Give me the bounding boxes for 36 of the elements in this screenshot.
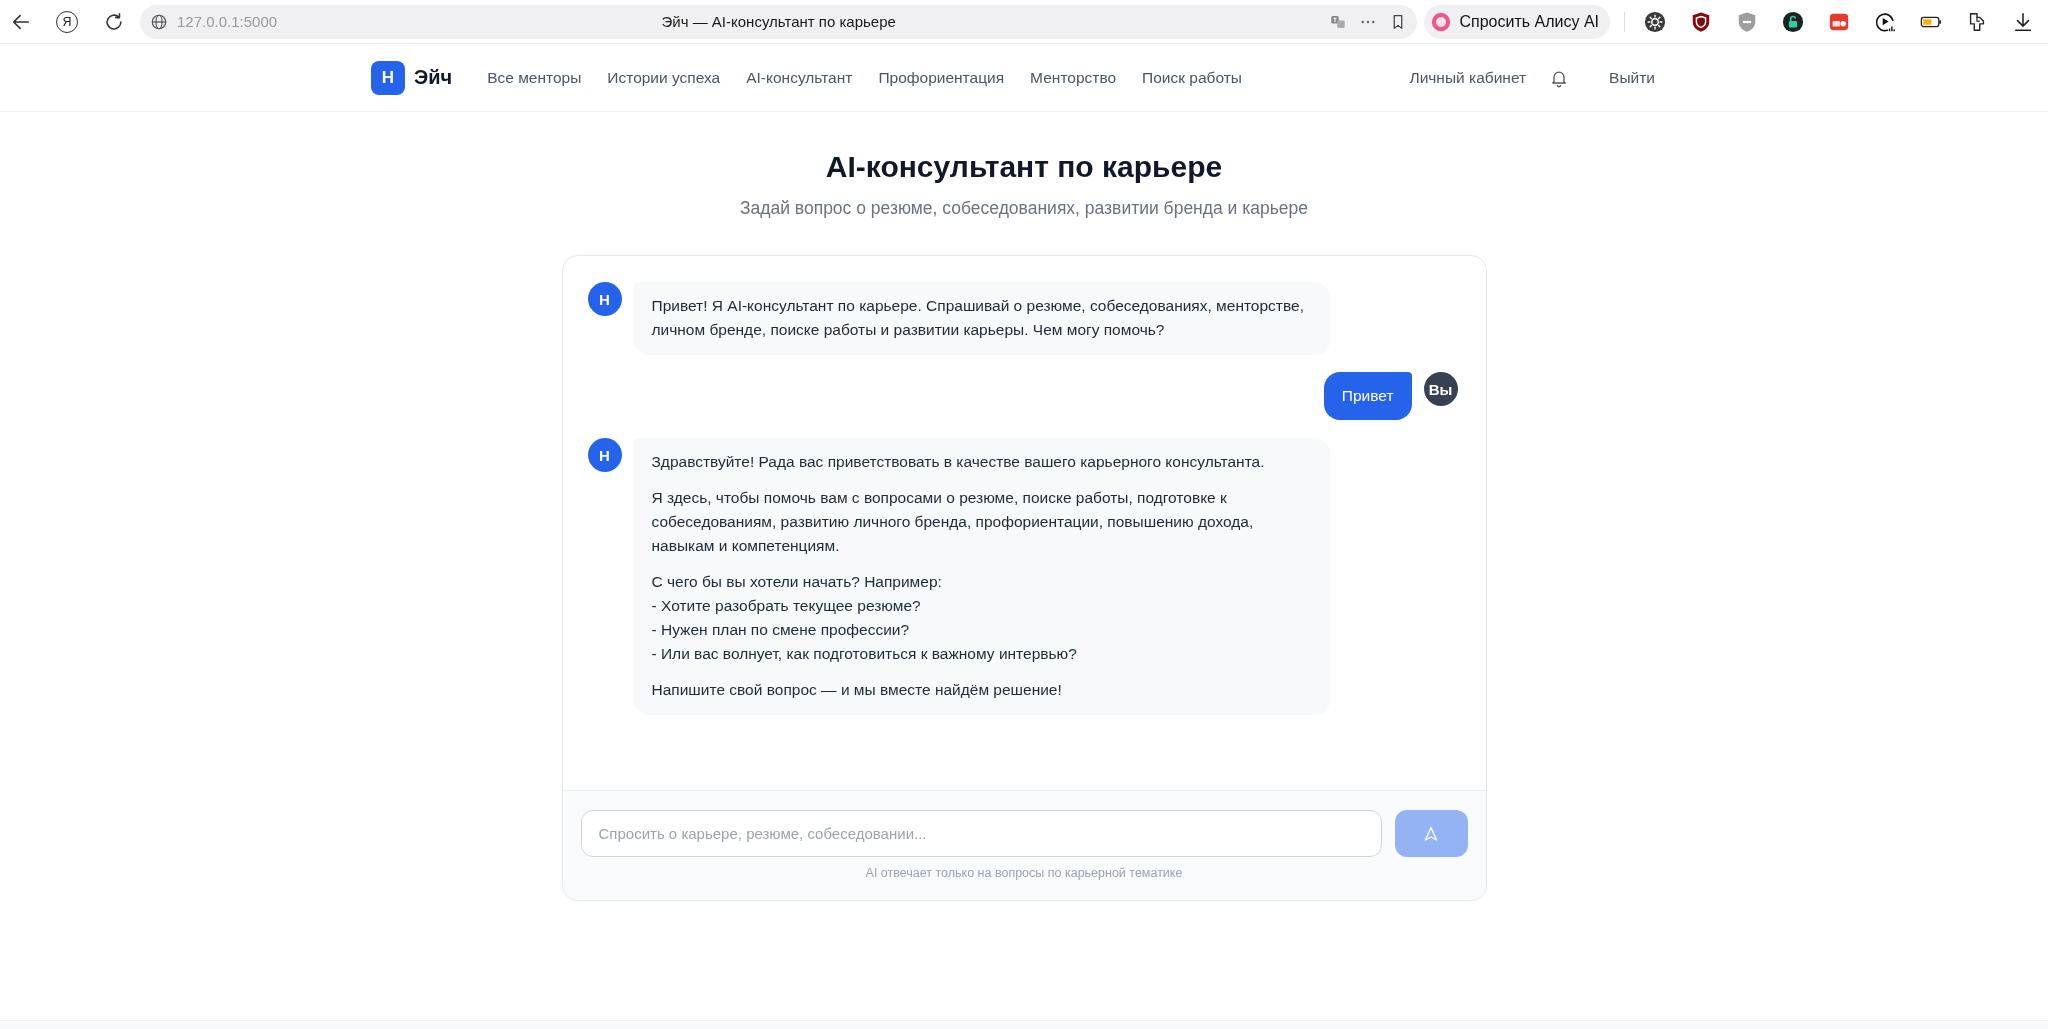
nav-link[interactable]: Профориентация xyxy=(868,62,1015,93)
assistant-button[interactable]: Спросить Алису AI xyxy=(1424,4,1610,39)
address-bar[interactable]: 127.0.0.1:5000 Эйч — AI-консультант по карьере xyxy=(140,4,1418,39)
nav-link[interactable]: Поиск работы xyxy=(1132,62,1252,93)
nav-link[interactable]: AI-консультант xyxy=(736,62,863,93)
logout-button[interactable]: Выйти xyxy=(1587,62,1677,93)
user-avatar: Вы xyxy=(1423,372,1458,406)
message-text: Напишите свой вопрос — и мы вместе найдём решение! xyxy=(651,680,1063,700)
message-text: Здравствуйте! Рада вас приветствовать в качестве вашего карьерного консультанта. xyxy=(651,452,1266,472)
disclaimer-text: AI отвечает только на вопросы по карьерной тематике xyxy=(864,865,1184,881)
assistant-avatar: H xyxy=(587,438,622,472)
message-text: Привет xyxy=(1341,386,1394,406)
play-icon[interactable] xyxy=(1874,10,1896,33)
send-icon xyxy=(1422,824,1440,843)
message-text: Привет! Я AI-консультант по карьере. Спрашивай о резюме, собеседованиях, менторстве, личном бренде, поиске работы и развитии карьеры. Чем могу помочь? xyxy=(651,296,1305,340)
shield-icon[interactable] xyxy=(1690,10,1712,33)
sun-icon[interactable] xyxy=(1644,10,1666,33)
account-link[interactable]: Личный кабинет xyxy=(1399,62,1537,93)
nav-link[interactable]: Все менторы xyxy=(477,62,592,93)
page-heading: AI-консультант по карьере xyxy=(825,149,1223,185)
brand-name[interactable]: Эйч xyxy=(414,66,453,89)
url-text: 127.0.0.1:5000 xyxy=(177,13,278,30)
assistant-avatar: H xyxy=(587,282,622,316)
message-input[interactable]: Спросить о карьере, резюме, собеседовании... xyxy=(580,810,1382,857)
page-subtitle: Задай вопрос о резюме, собеседованиях, развитии бренда и карьере xyxy=(739,197,1309,220)
message-text: С чего бы вы хотели начать? Например: - Хотите разобрать текущее резюме? - Нужен план по смене профессии? - Или вас волнует, как подготовиться к важному интервью? xyxy=(651,572,1078,664)
nav-link[interactable]: Менторство xyxy=(1020,62,1127,93)
ring-icon xyxy=(1431,11,1452,32)
download-icon[interactable] xyxy=(2012,10,2034,33)
nav-link[interactable]: Истории успеха xyxy=(597,62,731,93)
reload-icon[interactable] xyxy=(103,10,125,33)
globe-icon xyxy=(150,12,168,31)
lock-icon[interactable] xyxy=(1782,10,1804,33)
logo-mark[interactable]: H xyxy=(371,60,405,95)
message-text: Я здесь, чтобы помочь вам с вопросами о резюме, поиске работы, подготовке к собеседованиям, развитию личного бренда, профориентации, повышению дохода, навыкам и компетенциям. xyxy=(651,488,1255,556)
page-title: Эйч — AI-консультант по карьере xyxy=(661,13,896,30)
